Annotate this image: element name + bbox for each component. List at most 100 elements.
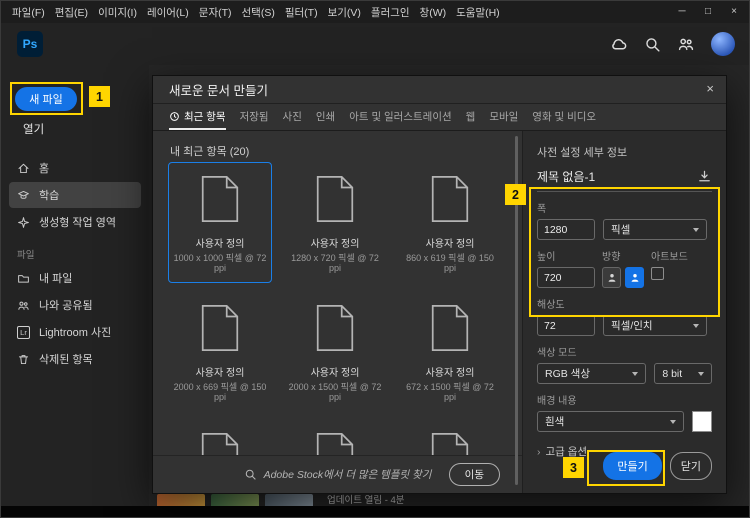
sidebar-item-generative-workspace[interactable]: 생성형 작업 영역 — [9, 209, 141, 235]
tab-0[interactable]: 최근 항목 — [169, 105, 226, 130]
community-icon[interactable] — [677, 35, 695, 53]
chevron-down-icon — [632, 371, 639, 376]
sidebar-item-lightroom-photos[interactable]: Lr Lightroom 사진 — [9, 319, 141, 345]
preset-details-panel: 사전 설정 세부 정보 제목 없음-1 폭 픽셀 높이 — [522, 131, 726, 493]
preset-name: 사용자 정의 — [310, 367, 360, 379]
background-value: 흰색 — [545, 416, 565, 428]
tab-1[interactable]: 저장됨 — [240, 105, 269, 130]
search-icon[interactable] — [644, 36, 661, 53]
menu-item-4[interactable]: 문자(T) — [194, 2, 237, 23]
user-avatar[interactable] — [711, 32, 735, 56]
preset-name: 사용자 정의 — [310, 239, 360, 250]
generative-icon — [18, 216, 29, 228]
preset-card-3[interactable]: 사용자 정의 860 x 619 픽셀 @ 150 ppi — [398, 162, 502, 283]
portrait-orientation-button[interactable] — [602, 267, 621, 288]
home-icon — [18, 163, 29, 173]
sidebar-item-shared-with-me[interactable]: 나와 공유됨 — [9, 292, 141, 318]
preset-name: 사용자 정의 — [425, 367, 475, 379]
preset-card-1[interactable]: 사용자 정의 1000 x 1000 픽셀 @ 72 ppi — [168, 162, 272, 283]
background-select[interactable]: 흰색 — [537, 411, 684, 432]
document-title-field[interactable]: 제목 없음-1 — [537, 168, 595, 185]
minimize-icon[interactable]: ─ — [669, 1, 695, 23]
preset-detail: 672 x 1500 픽셀 @ 72 ppi — [406, 381, 494, 403]
maximize-icon[interactable]: □ — [695, 1, 721, 23]
chevron-down-icon — [698, 371, 704, 376]
menu-item-5[interactable]: 선택(S) — [237, 2, 280, 23]
search-icon — [245, 469, 256, 480]
chevron-down-icon — [693, 323, 699, 328]
preset-detail: 1000 x 1000 픽셀 @ 72 ppi — [173, 253, 267, 274]
resolution-label: 해상도 — [537, 300, 565, 311]
clock-icon — [170, 112, 179, 121]
dialog-close-icon[interactable]: × — [706, 81, 714, 96]
sidebar-section-files: 파일 — [17, 250, 35, 261]
tab-6[interactable]: 모바일 — [489, 105, 518, 130]
width-unit-value: 픽셀 — [611, 224, 631, 236]
menu-item-3[interactable]: 레이어(L) — [142, 2, 194, 23]
preset-detail: 2000 x 1500 픽셀 @ 72 ppi — [288, 381, 382, 403]
close-window-icon[interactable]: × — [721, 1, 747, 23]
menu-item-8[interactable]: 플러그인 — [366, 2, 415, 23]
create-button[interactable]: 만들기 — [603, 452, 662, 480]
close-dialog-button[interactable]: 닫기 — [669, 452, 712, 480]
annotation-step-3: 3 — [563, 457, 584, 478]
landscape-icon — [631, 273, 638, 282]
cloud-icon[interactable] — [610, 35, 628, 53]
sidebar-item-deleted[interactable]: 삭제된 항목 — [9, 346, 141, 372]
menu-item-10[interactable]: 도움말(H) — [451, 2, 505, 23]
width-unit-select[interactable]: 픽셀 — [603, 219, 707, 240]
sidebar-item-my-files[interactable]: 내 파일 — [9, 265, 141, 291]
artboard-checkbox[interactable] — [651, 267, 664, 280]
menu-item-6[interactable]: 필터(T) — [280, 2, 323, 23]
stock-search-text[interactable]: Adobe Stock에서 더 많은 템플릿 찾기 — [264, 467, 432, 482]
open-button[interactable]: 열기 — [23, 121, 149, 137]
preset-name: 사용자 정의 — [195, 239, 245, 250]
menu-item-0[interactable]: 파일(F) — [7, 2, 50, 23]
menu-item-9[interactable]: 창(W) — [415, 2, 452, 23]
color-mode-value: RGB 색상 — [545, 368, 590, 380]
photoshop-logo: Ps — [17, 31, 43, 57]
preset-card-4[interactable]: 사용자 정의 2000 x 669 픽셀 @ 150 ppi — [168, 291, 272, 412]
menu-item-1[interactable]: 편집(E) — [50, 2, 93, 23]
tab-2[interactable]: 사진 — [283, 105, 302, 130]
document-icon — [316, 304, 354, 351]
menu-bar: 파일(F) 편집(E) 이미지(I) 레이어(L) 문자(T) 선택(S) 필터(T) 보기(… — [1, 2, 505, 23]
chevron-down-icon — [669, 419, 676, 424]
lightroom-icon: Lr — [17, 325, 30, 339]
chevron-right-icon: › — [537, 446, 541, 458]
document-icon — [431, 304, 469, 351]
resolution-unit-select[interactable]: 픽셀/인치 — [603, 315, 707, 336]
new-file-button[interactable]: 새 파일 — [15, 87, 77, 111]
dialog-header: 새로운 문서 만들기 × — [153, 76, 726, 104]
preset-card-6[interactable]: 사용자 정의 672 x 1500 픽셀 @ 72 ppi — [398, 291, 502, 412]
color-mode-select[interactable]: RGB 색상 — [537, 363, 647, 384]
new-document-dialog: 새로운 문서 만들기 × 최근 항목 저장됨 사진 인쇄 아트 및 일러스트레이션 웹 모바… — [152, 75, 727, 494]
files-icon — [18, 274, 29, 283]
bit-depth-select[interactable]: 8 bit — [654, 363, 712, 384]
preset-card-5[interactable]: 사용자 정의 2000 x 1500 픽셀 @ 72 ppi — [283, 291, 387, 412]
width-input[interactable] — [537, 219, 595, 240]
sidebar-item-home[interactable]: 홈 — [9, 155, 141, 181]
resolution-unit-value: 픽셀/인치 — [611, 320, 653, 332]
tab-4[interactable]: 아트 및 일러스트레이션 — [349, 105, 451, 130]
tab-3[interactable]: 인쇄 — [316, 105, 335, 130]
stock-go-button[interactable]: 이동 — [448, 463, 500, 486]
tab-5[interactable]: 웹 — [466, 105, 476, 130]
preset-card-2[interactable]: 사용자 정의 1280 x 720 픽셀 @ 72 ppi — [283, 162, 387, 283]
preset-name: 사용자 정의 — [425, 239, 475, 250]
sidebar-item-learn[interactable]: 학습 — [9, 182, 141, 208]
recent-section-title: 내 최근 항목 (20) — [170, 146, 250, 158]
menu-item-7[interactable]: 보기(V) — [323, 2, 366, 23]
save-preset-icon[interactable] — [697, 169, 712, 184]
background-color-swatch[interactable] — [691, 411, 712, 432]
presets-column: 내 최근 항목 (20) 사용자 정의 1000 x 1000 픽셀 @ 72 p… — [153, 131, 522, 493]
menu-item-2[interactable]: 이미지(I) — [93, 2, 142, 23]
landscape-orientation-button[interactable] — [625, 267, 644, 288]
preset-detail: 860 x 619 픽셀 @ 150 ppi — [406, 253, 494, 274]
preset-name: 사용자 정의 — [195, 367, 245, 379]
tab-7[interactable]: 영화 및 비디오 — [532, 105, 596, 130]
document-icon — [431, 176, 469, 222]
height-input[interactable] — [537, 267, 595, 288]
resolution-input[interactable] — [537, 315, 595, 336]
photoshop-window: 파일(F) 편집(E) 이미지(I) 레이어(L) 문자(T) 선택(S) 필터(T) 보기(… — [0, 0, 750, 518]
